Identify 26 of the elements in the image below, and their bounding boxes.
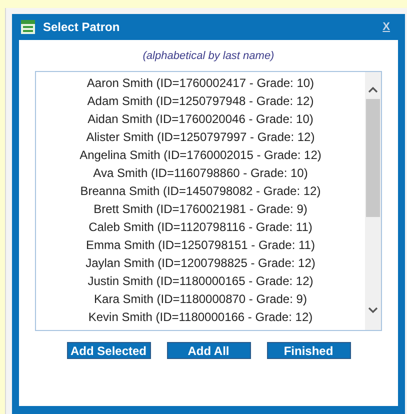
- dialog-title: Select Patron: [43, 19, 120, 36]
- patron-option[interactable]: Kevin Smith (ID=1180000166 - Grade: 12): [84, 308, 317, 326]
- action-button[interactable]: Finished: [266, 342, 350, 358]
- patron-option[interactable]: Ava Smith (ID=1160798860 - Grade: 10): [89, 164, 312, 182]
- patron-list[interactable]: [35, 70, 382, 330]
- patron-option[interactable]: Breanna Smith (ID=1450798082 - Grade: 12): [76, 182, 325, 200]
- patron-option[interactable]: Kara Smith (ID=1180000870 - Grade: 9): [90, 290, 311, 308]
- patron-option[interactable]: Aidan Smith (ID=1760020046 - Grade: 10): [84, 110, 318, 128]
- scrollbar[interactable]: [365, 72, 381, 330]
- patron-option[interactable]: Justin Smith (ID=1180000165 - Grade: 12): [84, 272, 318, 290]
- scroll-thumb[interactable]: [366, 98, 380, 216]
- patron-option[interactable]: Jaylan Smith (ID=1200798825 - Grade: 12): [82, 254, 320, 272]
- patron-option[interactable]: Angelina Smith (ID=1760002015 - Grade: 12): [76, 146, 326, 164]
- window-icon: [21, 20, 35, 34]
- sort-note: (alphabetical by last name): [142, 49, 274, 64]
- patron-option[interactable]: Aaron Smith (ID=1760002417 - Grade: 10): [82, 74, 318, 92]
- scroll-up-icon[interactable]: [368, 86, 378, 92]
- action-button[interactable]: Add Selected: [66, 342, 150, 358]
- close-button[interactable]: X: [382, 18, 390, 36]
- patron-option[interactable]: Emma Smith (ID=1250798151 - Grade: 11): [82, 236, 319, 254]
- patron-option[interactable]: Alister Smith (ID=1250797997 - Grade: 12): [82, 128, 319, 146]
- patron-option[interactable]: Brett Smith (ID=1760021981 - Grade: 9): [90, 200, 312, 218]
- patron-option[interactable]: Adam Smith (ID=1250797948 - Grade: 12): [83, 92, 318, 110]
- patron-option[interactable]: Caleb Smith (ID=1120798116 - Grade: 11): [84, 218, 316, 236]
- action-button[interactable]: Add All: [166, 342, 250, 358]
- scroll-down-icon[interactable]: [368, 306, 378, 314]
